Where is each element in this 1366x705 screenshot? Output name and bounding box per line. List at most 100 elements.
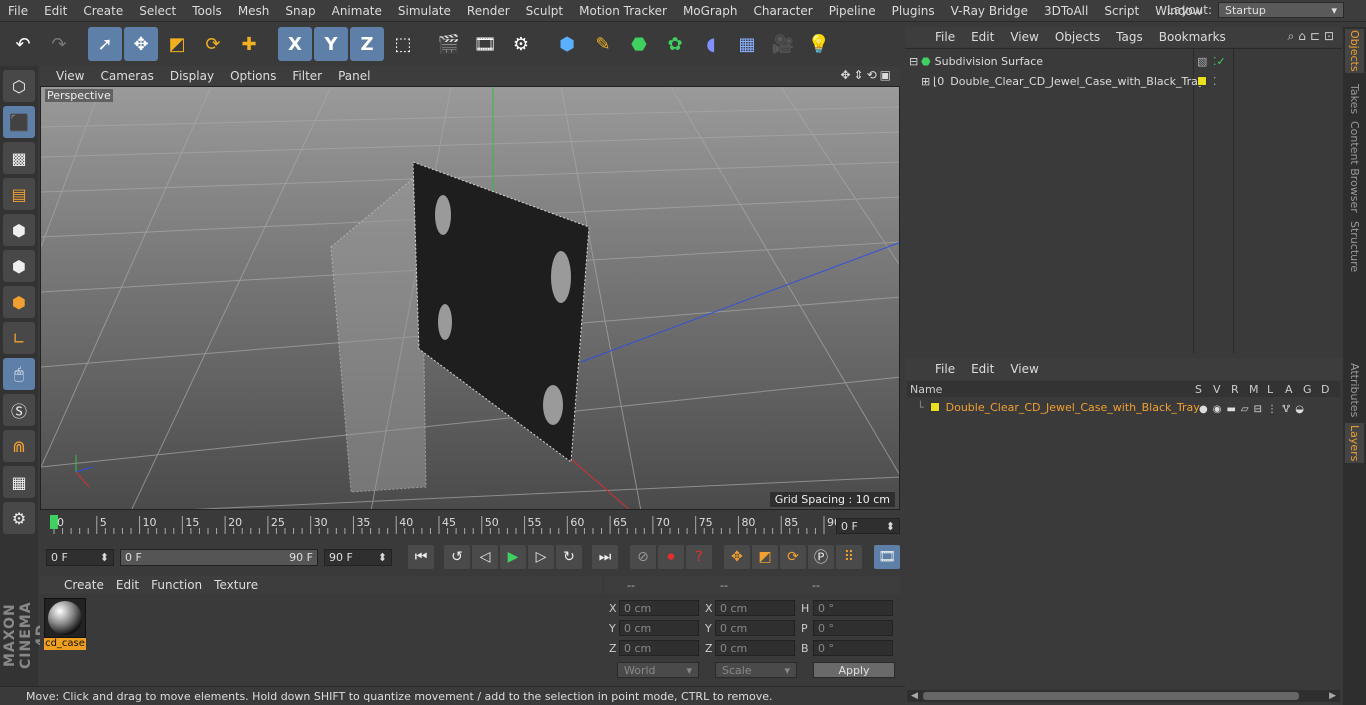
layer-column-m[interactable]: M xyxy=(1249,383,1259,396)
menu-create[interactable]: Create xyxy=(75,4,131,18)
apply-button[interactable]: Apply xyxy=(813,662,895,678)
undo-icon[interactable]: ↶ xyxy=(6,27,40,61)
model-mode-icon[interactable]: ⬛ xyxy=(3,106,35,138)
menu-render[interactable]: Render xyxy=(459,4,518,18)
rotation-b-field[interactable]: 0 ° xyxy=(813,640,893,656)
go-to-start-icon[interactable]: ⏮ xyxy=(408,545,434,569)
layer-column-d[interactable]: D xyxy=(1321,383,1329,396)
material-menu-texture[interactable]: Texture xyxy=(208,578,264,592)
menu-edit[interactable]: Edit xyxy=(36,4,75,18)
deformer-icon[interactable]: ◖ xyxy=(694,27,728,61)
layer-menu-edit[interactable]: Edit xyxy=(963,362,1002,376)
edges-mode-icon[interactable]: ⬢ xyxy=(3,250,35,282)
rotation-p-field[interactable]: 0 ° xyxy=(813,620,893,636)
size-x-field[interactable]: 0 cm xyxy=(715,600,795,616)
end-frame-field[interactable]: 90 F ⬍ xyxy=(324,548,392,566)
tweak-mode-icon[interactable]: 🖱 xyxy=(3,358,35,390)
collapse-icon[interactable]: ⊟ xyxy=(909,55,919,68)
scroll-thumb[interactable] xyxy=(923,692,1299,700)
render-picture-viewer-icon[interactable]: 🎞 xyxy=(468,27,502,61)
menu-select[interactable]: Select xyxy=(131,4,184,18)
menu-motion-tracker[interactable]: Motion Tracker xyxy=(571,4,675,18)
menu-animate[interactable]: Animate xyxy=(324,4,390,18)
scroll-right-icon[interactable]: ▶ xyxy=(1329,691,1336,701)
layer-toggle-icons[interactable]: ●◉▬▱⊟⋮🜉◒ xyxy=(1199,397,1309,418)
key-position-icon[interactable]: ✥ xyxy=(724,545,750,569)
object-menu-objects[interactable]: Objects xyxy=(1047,30,1108,44)
floor-icon[interactable]: ▦ xyxy=(730,27,764,61)
menu-file[interactable]: File xyxy=(0,4,36,18)
current-frame-field[interactable]: 0 F ⬍ xyxy=(836,518,900,534)
object-menu-bookmarks[interactable]: Bookmarks xyxy=(1151,30,1234,44)
layer-column-r[interactable]: R xyxy=(1231,383,1239,396)
layout-select[interactable]: Startup ▾ xyxy=(1218,2,1344,18)
object-name[interactable]: Subdivision Surface xyxy=(935,55,1043,68)
tab-attributes[interactable]: Attributes xyxy=(1345,361,1364,419)
previous-key-icon[interactable]: ↺ xyxy=(444,545,470,569)
position-y-field[interactable]: 0 cm xyxy=(619,620,699,636)
layer-column-l[interactable]: L xyxy=(1267,383,1273,396)
key-pla-icon[interactable]: ⠿ xyxy=(836,545,862,569)
snap-magnet-icon[interactable]: ⋒ xyxy=(3,430,35,462)
render-dots-icon[interactable]: ⁚ xyxy=(1213,75,1217,88)
enabled-check-icon[interactable]: ⁚✓ xyxy=(1213,55,1226,68)
menu-script[interactable]: Script xyxy=(1096,4,1147,18)
layer-column-name[interactable]: Name xyxy=(910,383,942,396)
z-axis-button[interactable]: Z xyxy=(350,27,384,61)
object-row[interactable]: ⊞ ⌊0 Double_Clear_CD_Jewel_Case_with_Bla… xyxy=(905,71,1342,91)
layer-menu-view[interactable]: View xyxy=(1002,362,1046,376)
tab-takes[interactable]: Takes xyxy=(1345,79,1364,119)
tab-layers[interactable]: Layers xyxy=(1345,423,1364,463)
menu-simulate[interactable]: Simulate xyxy=(390,4,459,18)
record-keys-icon[interactable]: ⏺ xyxy=(658,545,684,569)
viewport-menu-display[interactable]: Display xyxy=(162,69,222,83)
tab-objects[interactable]: Objects xyxy=(1345,29,1364,73)
object-manager-nav-icons[interactable]: ⌕⌂⊏⊡ xyxy=(1288,29,1338,44)
axis-mode-icon[interactable]: ∟ xyxy=(3,322,35,354)
light-icon[interactable]: 💡 xyxy=(802,27,836,61)
perspective-viewport[interactable]: Perspective Grid Spacing : 10 cm xyxy=(40,86,900,510)
polygons-mode-icon[interactable]: ⬢ xyxy=(3,286,35,318)
subdivision-icon[interactable]: ⬣ xyxy=(622,27,656,61)
viewport-menu-panel[interactable]: Panel xyxy=(330,69,378,83)
motion-record-icon[interactable]: ⊘ xyxy=(630,545,656,569)
coordinate-system-icon[interactable]: ⬚ xyxy=(386,27,420,61)
menu-3dtoall[interactable]: 3DToAll xyxy=(1036,4,1096,18)
viewport-menu-view[interactable]: View xyxy=(48,69,92,83)
autokey-icon[interactable]: ? xyxy=(686,545,712,569)
layer-row[interactable]: └ Double_Clear_CD_Jewel_Case_with_Black_… xyxy=(905,397,1342,417)
object-menu-tags[interactable]: Tags xyxy=(1108,30,1151,44)
size-y-field[interactable]: 0 cm xyxy=(715,620,795,636)
timeline-window-icon[interactable]: 🎞 xyxy=(874,545,900,569)
start-frame-field[interactable]: 0 F ⬍ xyxy=(46,548,114,566)
camera-icon[interactable]: 🎥 xyxy=(766,27,800,61)
menu-v-ray-bridge[interactable]: V-Ray Bridge xyxy=(943,4,1036,18)
live-selection-icon[interactable]: ✚ xyxy=(232,27,266,61)
redo-icon[interactable]: ↷ xyxy=(42,27,76,61)
object-name[interactable]: Double_Clear_CD_Jewel_Case_with_Black_Tr… xyxy=(950,75,1204,88)
viewport-menu-filter[interactable]: Filter xyxy=(284,69,330,83)
size-z-field[interactable]: 0 cm xyxy=(715,640,795,656)
key-rotation-icon[interactable]: ⟳ xyxy=(780,545,806,569)
workplane-lock-icon[interactable]: ▦ xyxy=(3,466,35,498)
tab-content-browser[interactable]: Content Browser xyxy=(1345,121,1364,213)
key-parameter-icon[interactable]: Ⓟ xyxy=(808,545,834,569)
select-tool-icon[interactable]: ➚ xyxy=(88,27,122,61)
object-menu-file[interactable]: File xyxy=(927,30,963,44)
workplane-icon[interactable]: ▤ xyxy=(3,178,35,210)
menu-character[interactable]: Character xyxy=(745,4,820,18)
pen-spline-icon[interactable]: ✎ xyxy=(586,27,620,61)
material-menu-create[interactable]: Create xyxy=(58,578,110,592)
previous-frame-icon[interactable]: ◁ xyxy=(472,545,498,569)
viewport-menu-cameras[interactable]: Cameras xyxy=(92,69,161,83)
layer-color-tag[interactable] xyxy=(1197,76,1207,86)
frame-range-slider[interactable]: 0 F 90 F xyxy=(120,548,318,566)
rotation-h-field[interactable]: 0 ° xyxy=(813,600,893,616)
coordinate-space-select[interactable]: World ▾ xyxy=(617,662,699,678)
scroll-left-icon[interactable]: ◀ xyxy=(911,691,918,701)
play-icon[interactable]: ▶ xyxy=(500,545,526,569)
menu-snap[interactable]: Snap xyxy=(277,4,323,18)
key-scale-icon[interactable]: ◩ xyxy=(752,545,778,569)
viewport-nav-icons[interactable]: ✥⇕⟲▣ xyxy=(840,68,894,82)
move-tool-icon[interactable]: ✥ xyxy=(124,27,158,61)
